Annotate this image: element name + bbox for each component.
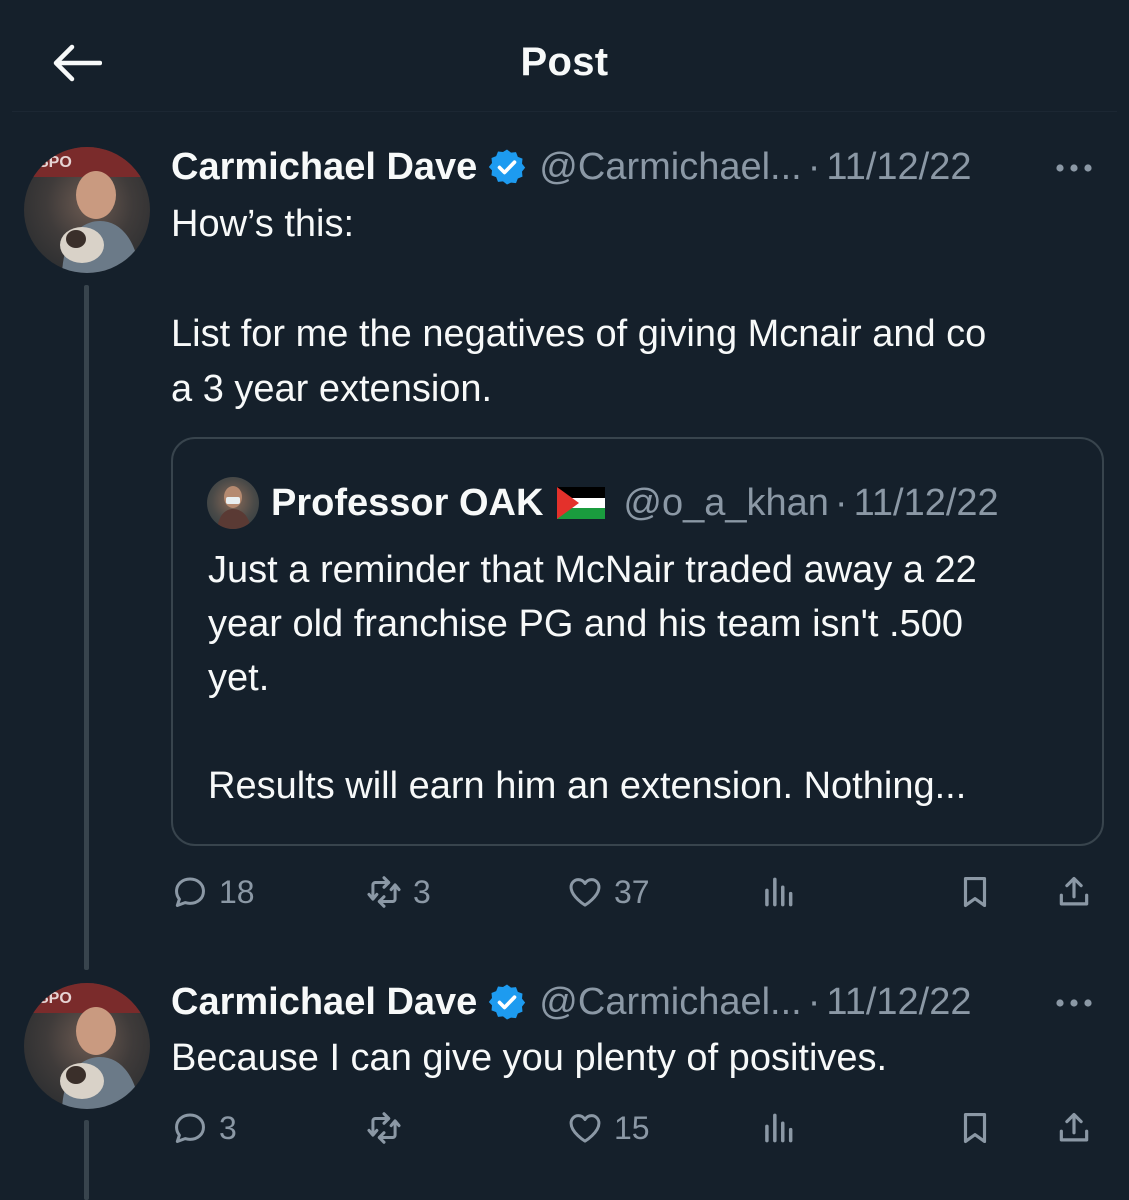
separator: · [807, 980, 821, 1023]
repost-button[interactable] [365, 1102, 413, 1154]
reply-count: 3 [219, 1109, 237, 1146]
like-button[interactable]: 15 [566, 1102, 650, 1154]
thread-line [84, 1120, 89, 1200]
post-page: Post SPO Carmichael Dave @Carmichael... … [0, 0, 1129, 1200]
reply-icon [175, 1113, 205, 1143]
like-icon [569, 1114, 601, 1143]
more-button[interactable] [1049, 983, 1099, 1023]
verified-badge-icon [489, 984, 526, 1020]
tweet-2: SPO Carmichael Dave @Carmichael... · 11/… [0, 0, 1129, 1200]
post-date[interactable]: 11/12/22 [826, 981, 971, 1024]
reply-button[interactable]: 3 [171, 1102, 237, 1154]
tweet-header: Carmichael Dave @Carmichael... · 11/12/2… [171, 977, 1099, 1027]
avatar[interactable]: SPO [24, 983, 150, 1109]
bookmark-icon [963, 1112, 987, 1144]
views-icon [765, 1113, 793, 1143]
svg-text:SPO: SPO [38, 990, 72, 1007]
more-icon [1056, 999, 1092, 1007]
share-icon [1059, 1112, 1089, 1142]
like-count: 15 [614, 1109, 650, 1146]
tweet-text: Because I can give you plenty of positiv… [171, 1037, 888, 1079]
share-button[interactable] [1055, 1102, 1093, 1154]
author-name[interactable]: Carmichael Dave [171, 981, 477, 1024]
bookmark-button[interactable] [956, 1102, 994, 1154]
author-handle[interactable]: @Carmichael... [539, 981, 801, 1024]
repost-icon [367, 1112, 401, 1144]
action-bar: 3 15 [171, 1102, 1101, 1154]
views-button[interactable] [759, 1102, 797, 1154]
avatar-image: SPO [24, 983, 150, 1109]
